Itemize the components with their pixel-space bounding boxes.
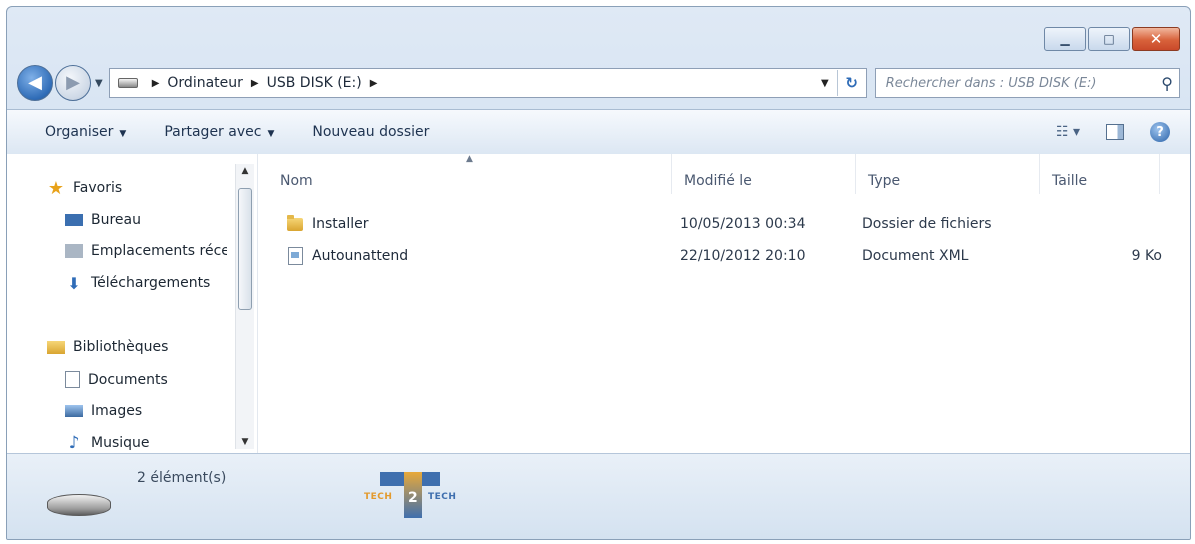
- breadcrumb-computer[interactable]: Ordinateur: [167, 75, 243, 91]
- nav-item-label: Emplacements récents: [91, 243, 227, 259]
- logo-word-right: TECH: [428, 492, 457, 502]
- nav-item-images[interactable]: Images: [65, 403, 227, 419]
- search-icon[interactable]: ⚲: [1161, 74, 1173, 93]
- scrollbar-thumb[interactable]: [238, 188, 252, 310]
- close-icon: ✕: [1149, 29, 1163, 48]
- close-button[interactable]: ✕: [1132, 27, 1180, 51]
- organize-label: Organiser: [45, 124, 114, 140]
- logo-word-left: TECH: [364, 492, 393, 502]
- file-row-autounattend[interactable]: Autounattend 22/10/2012 20:10 Document X…: [286, 242, 1170, 270]
- libraries-icon: [47, 340, 65, 354]
- change-view-icon[interactable]: ☷ ▾: [1056, 124, 1080, 140]
- file-name: Installer: [312, 216, 369, 232]
- column-name[interactable]: Nom: [268, 154, 672, 194]
- share-label: Partager avec: [164, 124, 262, 140]
- file-row-installer[interactable]: Installer 10/05/2013 00:34 Dossier de fi…: [286, 210, 1170, 238]
- column-size[interactable]: Taille: [1040, 154, 1160, 194]
- nav-item-label: Musique: [91, 435, 150, 451]
- chevron-right-icon[interactable]: ▶: [251, 78, 259, 89]
- nav-item-downloads[interactable]: ⬇ Téléchargements: [65, 275, 227, 291]
- help-icon[interactable]: ?: [1150, 122, 1170, 142]
- explorer-window: ▁ □ ✕ ◀ ▶ ▼ ▶ Ordinateur ▶ USB DISK (E:)…: [6, 6, 1191, 540]
- scroll-down-icon[interactable]: ▼: [236, 437, 254, 447]
- nav-item-bureau[interactable]: Bureau: [65, 212, 227, 228]
- nav-favorites[interactable]: ★ Favoris: [47, 180, 227, 196]
- back-arrow-icon: ◀: [28, 72, 42, 93]
- chevron-down-icon: ▼: [267, 129, 275, 139]
- xml-document-icon: [286, 247, 304, 265]
- breadcrumb-usb-disk[interactable]: USB DISK (E:): [267, 75, 362, 91]
- forward-button[interactable]: ▶: [55, 65, 91, 101]
- recent-places-icon: [65, 244, 83, 258]
- file-modified: 22/10/2012 20:10: [680, 248, 806, 264]
- downloads-icon: ⬇: [67, 275, 81, 291]
- music-note-icon: ♪: [68, 435, 80, 451]
- command-bar: Organiser ▼ Partager avec ▼ Nouveau dossie…: [7, 109, 1190, 155]
- minimize-icon: ▁: [1060, 32, 1070, 46]
- chevron-down-icon: ▼: [119, 129, 127, 139]
- address-bar[interactable]: ▶ Ordinateur ▶ USB DISK (E:) ▶ ▼ ↻: [108, 68, 867, 98]
- content-area: ★ Favoris Bureau Emplacements récents ⬇ …: [7, 154, 1190, 453]
- share-button[interactable]: Partager avec ▼: [164, 124, 274, 140]
- new-folder-button[interactable]: Nouveau dossier: [312, 124, 429, 140]
- preview-pane-icon[interactable]: [1106, 124, 1124, 140]
- caption-buttons: ▁ □ ✕: [1044, 27, 1180, 51]
- file-list: ▲ Nom Modifié le Type Taille Installer 1…: [258, 154, 1190, 453]
- nav-favorites-label: Favoris: [73, 180, 123, 196]
- images-icon: [65, 405, 83, 417]
- file-type: Document XML: [862, 248, 969, 264]
- maximize-button[interactable]: □: [1088, 27, 1130, 51]
- nav-item-label: Téléchargements: [91, 275, 211, 291]
- column-modified[interactable]: Modifié le: [672, 154, 856, 194]
- nav-scrollbar[interactable]: ▲ ▼: [235, 164, 254, 449]
- nav-item-label: Images: [91, 403, 143, 419]
- column-headers: ▲ Nom Modifié le Type Taille: [258, 154, 1190, 194]
- details-pane: 2 élément(s) 2 TECH TECH: [7, 453, 1190, 539]
- minimize-button[interactable]: ▁: [1044, 27, 1086, 51]
- item-count: 2 élément(s): [137, 470, 227, 486]
- nav-libraries-label: Bibliothèques: [73, 339, 169, 355]
- search-placeholder: Rechercher dans : USB DISK (E:): [885, 75, 1097, 91]
- nav-item-label: Bureau: [91, 212, 141, 228]
- maximize-icon: □: [1103, 32, 1115, 46]
- logo-number: 2: [408, 490, 418, 506]
- recent-pages-dropdown[interactable]: ▼: [95, 78, 103, 89]
- file-type: Dossier de fichiers: [862, 216, 992, 232]
- documents-icon: [65, 371, 80, 388]
- address-history-dropdown[interactable]: ▼: [812, 78, 837, 89]
- chevron-right-icon[interactable]: ▶: [370, 78, 378, 89]
- chevron-right-icon[interactable]: ▶: [152, 78, 160, 89]
- nav-item-recent-places[interactable]: Emplacements récents: [65, 243, 227, 259]
- navigation-row: ◀ ▶ ▼ ▶ Ordinateur ▶ USB DISK (E:) ▶ ▼ ↻…: [17, 63, 1180, 103]
- file-modified: 10/05/2013 00:34: [680, 216, 806, 232]
- refresh-icon[interactable]: ↻: [836, 70, 866, 96]
- scroll-up-icon[interactable]: ▲: [236, 166, 254, 176]
- nav-item-music[interactable]: ♪ Musique: [65, 435, 227, 451]
- usb-drive-icon: [47, 494, 111, 516]
- navigation-pane: ★ Favoris Bureau Emplacements récents ⬇ …: [7, 154, 258, 453]
- organize-button[interactable]: Organiser ▼: [45, 124, 126, 140]
- file-size: 9 Ko: [1131, 248, 1162, 264]
- column-type[interactable]: Type: [856, 154, 1040, 194]
- view-controls: ☷ ▾ ?: [1056, 122, 1170, 142]
- search-input[interactable]: Rechercher dans : USB DISK (E:) ⚲: [874, 68, 1180, 98]
- forward-arrow-icon: ▶: [66, 72, 80, 93]
- nav-item-documents[interactable]: Documents: [65, 371, 227, 388]
- star-icon: ★: [47, 180, 65, 196]
- drive-icon: [117, 78, 138, 88]
- desktop-icon: [65, 214, 83, 226]
- nav-item-label: Documents: [88, 371, 168, 388]
- back-button[interactable]: ◀: [17, 65, 53, 101]
- tech2tech-logo: 2 TECH TECH: [362, 466, 502, 522]
- file-name: Autounattend: [312, 248, 409, 264]
- folder-icon: [286, 214, 304, 233]
- nav-libraries[interactable]: Bibliothèques: [47, 339, 227, 355]
